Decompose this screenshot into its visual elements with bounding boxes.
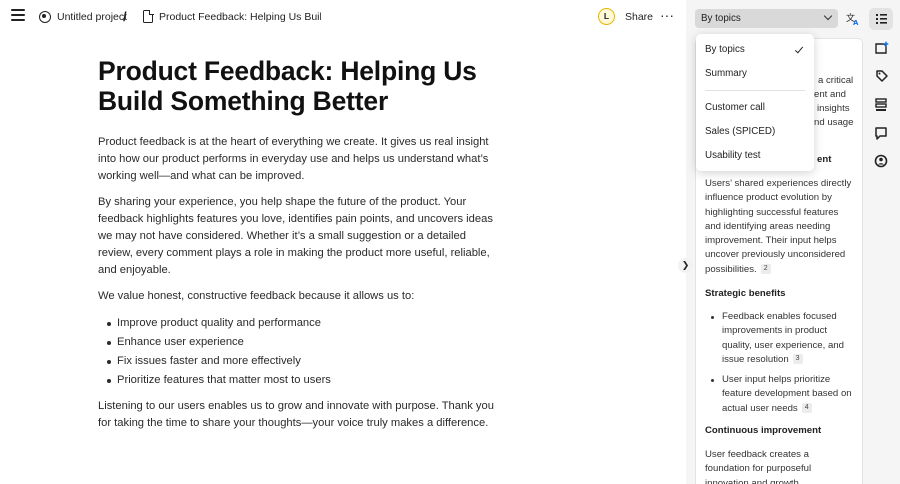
view-mode-select[interactable]: By topics (695, 9, 838, 28)
view-mode-select-value: By topics (701, 13, 741, 24)
citation-badge[interactable]: 4 (801, 403, 812, 414)
rail-layout-button[interactable] (869, 94, 893, 116)
user-circle-icon (874, 154, 888, 168)
continuous-text: User feedback creates a foundation for p… (705, 449, 812, 484)
checkmark-icon (794, 44, 804, 54)
hidden-fragment: insights (817, 103, 850, 114)
paragraph: By sharing your experience, you help sha… (98, 196, 493, 276)
list-item: Fix issues faster and more effectively (98, 352, 498, 371)
rail-comment-button[interactable] (869, 122, 893, 144)
dropdown-option-sales-spiced[interactable]: Sales (SPICED) (696, 121, 814, 143)
dropdown-option-customer-call[interactable]: Customer call (696, 97, 814, 119)
list-item-text: Feedback enables focused improvements in… (722, 311, 844, 365)
document-title: Product Feedback: Helping Us Build Somet… (98, 56, 477, 116)
paragraph: Product feedback is at the heart of ever… (98, 136, 489, 182)
list-item: User input helps prioritize feature deve… (705, 373, 855, 416)
user-impact-body: Users’ shared experiences directly influ… (705, 178, 852, 275)
citation-badge[interactable]: 3 (792, 354, 803, 365)
svg-text:A: A (853, 19, 859, 26)
hidden-fragment: nd usage (814, 117, 854, 128)
document-icon (143, 9, 154, 23)
paragraph: We value honest, constructive feedback b… (98, 290, 415, 302)
rail-sparkle-button[interactable] (869, 37, 893, 59)
dropdown-divider (705, 90, 805, 91)
ai-sparkle-icon (875, 41, 889, 54)
bullet-list: Improve product quality and performance … (98, 314, 498, 390)
dropdown-option-usability-test[interactable]: Usability test (696, 145, 814, 167)
closing-paragraph: Listening to our users enables us to gro… (98, 400, 494, 429)
layout-icon (875, 98, 887, 111)
comment-icon (875, 127, 887, 140)
translate-icon[interactable]: 文 A (846, 12, 860, 26)
document-body: Product Feedback: Helping Us Build Somet… (98, 56, 498, 441)
hidden-fragment: ent and (814, 89, 847, 100)
dropdown-option-label: By topics (705, 44, 745, 55)
rail-profile-button[interactable] (869, 150, 893, 172)
project-name-link[interactable]: Untitled project (57, 11, 127, 23)
hamburger-menu-icon[interactable] (11, 9, 25, 23)
list-item: Improve product quality and performance (98, 314, 498, 333)
rail-tag-button[interactable] (869, 65, 893, 87)
section-heading-strategic: Strategic benefits (705, 288, 786, 299)
share-button[interactable]: Share (625, 11, 653, 23)
section-heading-continuous: Continuous improvement (705, 425, 822, 436)
list-icon (876, 14, 887, 24)
chevron-down-icon (823, 11, 833, 21)
breadcrumb-separator: / (123, 9, 127, 24)
citation-badge[interactable]: 2 (760, 264, 771, 275)
rail-summary-button[interactable] (869, 8, 893, 30)
dropdown-option-by-topics[interactable]: By topics (696, 39, 814, 61)
tag-icon (876, 70, 888, 82)
list-item: Feedback enables focused improvements in… (705, 310, 855, 367)
hidden-fragment: a critical (818, 75, 854, 86)
project-icon (39, 11, 51, 23)
list-item: Enhance user experience (98, 333, 498, 352)
collapse-panel-chevron-icon[interactable]: ❯ (678, 258, 693, 273)
list-item: Prioritize features that matter most to … (98, 371, 498, 390)
more-options-icon[interactable]: ··· (660, 7, 674, 23)
dropdown-option-summary[interactable]: Summary (696, 63, 814, 85)
hidden-fragment: ent (817, 154, 832, 165)
user-avatar[interactable]: L (598, 8, 615, 25)
user-impact-text: Users’ shared experiences directly influ… (705, 177, 855, 277)
view-mode-dropdown: By topics Summary Customer call Sales (S… (696, 34, 814, 171)
document-name[interactable]: Product Feedback: Helping Us Build S... (159, 11, 321, 23)
strategic-bullet-list: Feedback enables focused improvements in… (705, 310, 855, 422)
top-bar: Untitled project / Product Feedback: Hel… (0, 0, 685, 34)
list-item-text: User input helps prioritize feature deve… (722, 374, 852, 414)
